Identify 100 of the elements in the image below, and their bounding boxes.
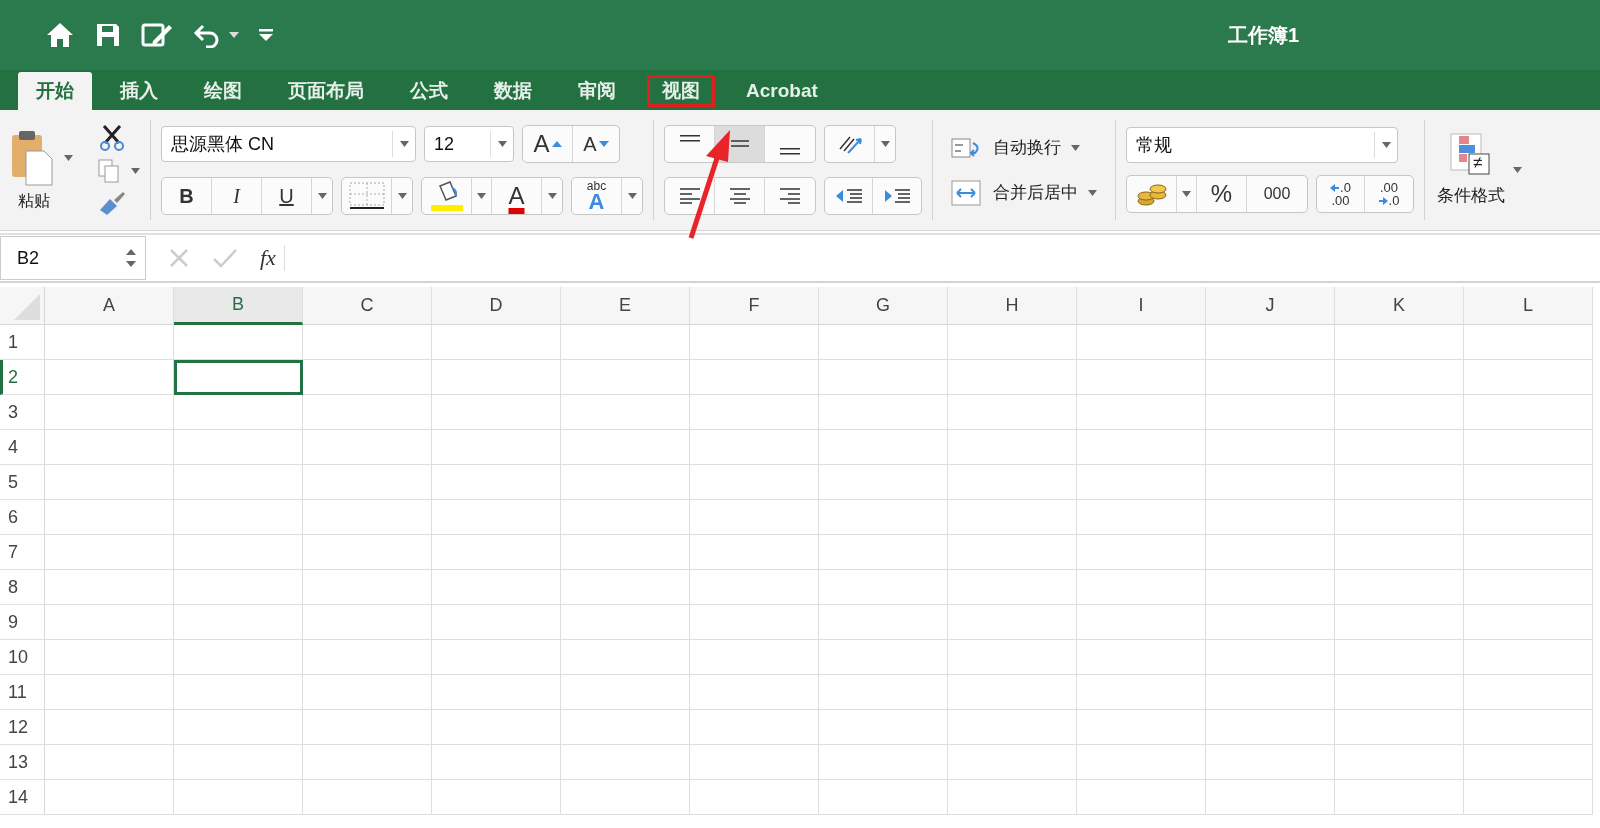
grid-cell[interactable]	[1206, 325, 1335, 360]
undo-icon[interactable]	[193, 22, 221, 48]
grid-cell[interactable]	[174, 325, 303, 360]
grid-cell[interactable]	[1206, 745, 1335, 780]
cancel-icon[interactable]	[168, 247, 190, 269]
grid-cell[interactable]	[1206, 780, 1335, 815]
row-header[interactable]: 8	[0, 570, 45, 605]
row-header[interactable]: 12	[0, 710, 45, 745]
grid-cell[interactable]	[1464, 325, 1593, 360]
grid-cell[interactable]	[303, 570, 432, 605]
grid-cell[interactable]	[948, 780, 1077, 815]
font-field[interactable]: 思源黑体 CN	[161, 126, 416, 162]
grid-cell[interactable]	[45, 360, 174, 395]
grid-cell[interactable]	[45, 500, 174, 535]
grid-cell[interactable]	[690, 430, 819, 465]
grid-cell[interactable]	[948, 710, 1077, 745]
shrink-font-button[interactable]: A	[573, 126, 619, 162]
grid-cell[interactable]	[174, 640, 303, 675]
grid-cell[interactable]	[561, 675, 690, 710]
grid-cell[interactable]	[1206, 535, 1335, 570]
merge-center-button[interactable]: 合并后居中	[991, 179, 1080, 206]
grid-cell[interactable]	[690, 395, 819, 430]
grid-cell[interactable]	[561, 465, 690, 500]
grid-cell[interactable]	[432, 535, 561, 570]
grid-cell[interactable]	[561, 640, 690, 675]
grid-cell[interactable]	[948, 430, 1077, 465]
caret-icon[interactable]	[64, 154, 73, 161]
grid-cell[interactable]	[1464, 395, 1593, 430]
grid-cell[interactable]	[45, 570, 174, 605]
grid-cell[interactable]	[1077, 570, 1206, 605]
grid-cell[interactable]	[948, 745, 1077, 780]
grid-cell[interactable]	[432, 605, 561, 640]
grid-cell[interactable]	[303, 430, 432, 465]
grid-cell[interactable]	[690, 745, 819, 780]
decrease-decimal-button[interactable]: .00 .0	[1365, 176, 1413, 212]
column-header[interactable]: L	[1464, 287, 1593, 325]
grid-cell[interactable]	[1464, 570, 1593, 605]
column-header[interactable]: J	[1206, 287, 1335, 325]
font-size-field[interactable]: 12	[424, 126, 514, 162]
grid-cell[interactable]	[303, 605, 432, 640]
row-header[interactable]: 7	[0, 535, 45, 570]
grid-cell[interactable]	[303, 640, 432, 675]
grid-cell[interactable]	[690, 780, 819, 815]
grid-cell[interactable]	[174, 535, 303, 570]
grid-cell[interactable]	[690, 360, 819, 395]
grid-cell[interactable]	[561, 360, 690, 395]
grid-cell[interactable]	[948, 570, 1077, 605]
name-box[interactable]: B2	[0, 236, 146, 280]
grid-cell[interactable]	[819, 745, 948, 780]
grid-cell[interactable]	[819, 465, 948, 500]
paste-label[interactable]: 粘贴	[10, 190, 50, 212]
grid-cell[interactable]	[561, 745, 690, 780]
ribbon-tab[interactable]: 审阅	[560, 72, 634, 110]
grid-cell[interactable]	[1206, 675, 1335, 710]
grid-cell[interactable]	[45, 395, 174, 430]
grid-cell[interactable]	[1077, 780, 1206, 815]
underline-button[interactable]: U	[262, 178, 312, 214]
caret-icon[interactable]	[1513, 167, 1522, 173]
merge-cells-icon[interactable]	[951, 179, 983, 206]
grid-cell[interactable]	[1206, 395, 1335, 430]
column-header[interactable]: H	[948, 287, 1077, 325]
percent-button[interactable]: %	[1197, 176, 1247, 212]
grid-cell[interactable]	[45, 535, 174, 570]
grid-cell[interactable]	[432, 325, 561, 360]
grid-cell[interactable]	[174, 710, 303, 745]
row-header[interactable]: 10	[0, 640, 45, 675]
grid-cell[interactable]	[1077, 465, 1206, 500]
caret-icon[interactable]	[1071, 144, 1080, 151]
scissors-icon[interactable]	[98, 124, 125, 152]
ribbon-tab[interactable]: 绘图	[186, 72, 260, 110]
grid-cell[interactable]	[432, 710, 561, 745]
grid-cell[interactable]	[45, 640, 174, 675]
grid-cell[interactable]	[174, 675, 303, 710]
grid-cell[interactable]	[1335, 675, 1464, 710]
grid-cell[interactable]	[432, 570, 561, 605]
ribbon-tab[interactable]: 页面布局	[270, 72, 382, 110]
grid-cell[interactable]	[1464, 605, 1593, 640]
grid-cell[interactable]	[303, 500, 432, 535]
select-all-button[interactable]	[0, 287, 45, 325]
grid-cell[interactable]	[1464, 360, 1593, 395]
grid-cell[interactable]	[303, 360, 432, 395]
column-header[interactable]: B	[174, 287, 303, 325]
grid-cell[interactable]	[948, 605, 1077, 640]
grid-cell[interactable]	[819, 325, 948, 360]
grid-cell[interactable]	[432, 430, 561, 465]
grid-cell[interactable]	[948, 535, 1077, 570]
grid-cell[interactable]	[1335, 780, 1464, 815]
grid-cell[interactable]	[819, 605, 948, 640]
grid-cell[interactable]	[819, 570, 948, 605]
insert-function-button[interactable]: fx	[260, 245, 285, 271]
grid-cell[interactable]	[1464, 675, 1593, 710]
row-header[interactable]: 2	[0, 360, 45, 395]
grid-cell[interactable]	[948, 360, 1077, 395]
column-header[interactable]: I	[1077, 287, 1206, 325]
italic-button[interactable]: I	[212, 178, 262, 214]
grid-cell[interactable]	[303, 710, 432, 745]
paste-icon[interactable]	[10, 128, 54, 187]
grid-cell[interactable]	[690, 675, 819, 710]
grid-cell[interactable]	[819, 395, 948, 430]
save-icon[interactable]	[95, 22, 121, 48]
